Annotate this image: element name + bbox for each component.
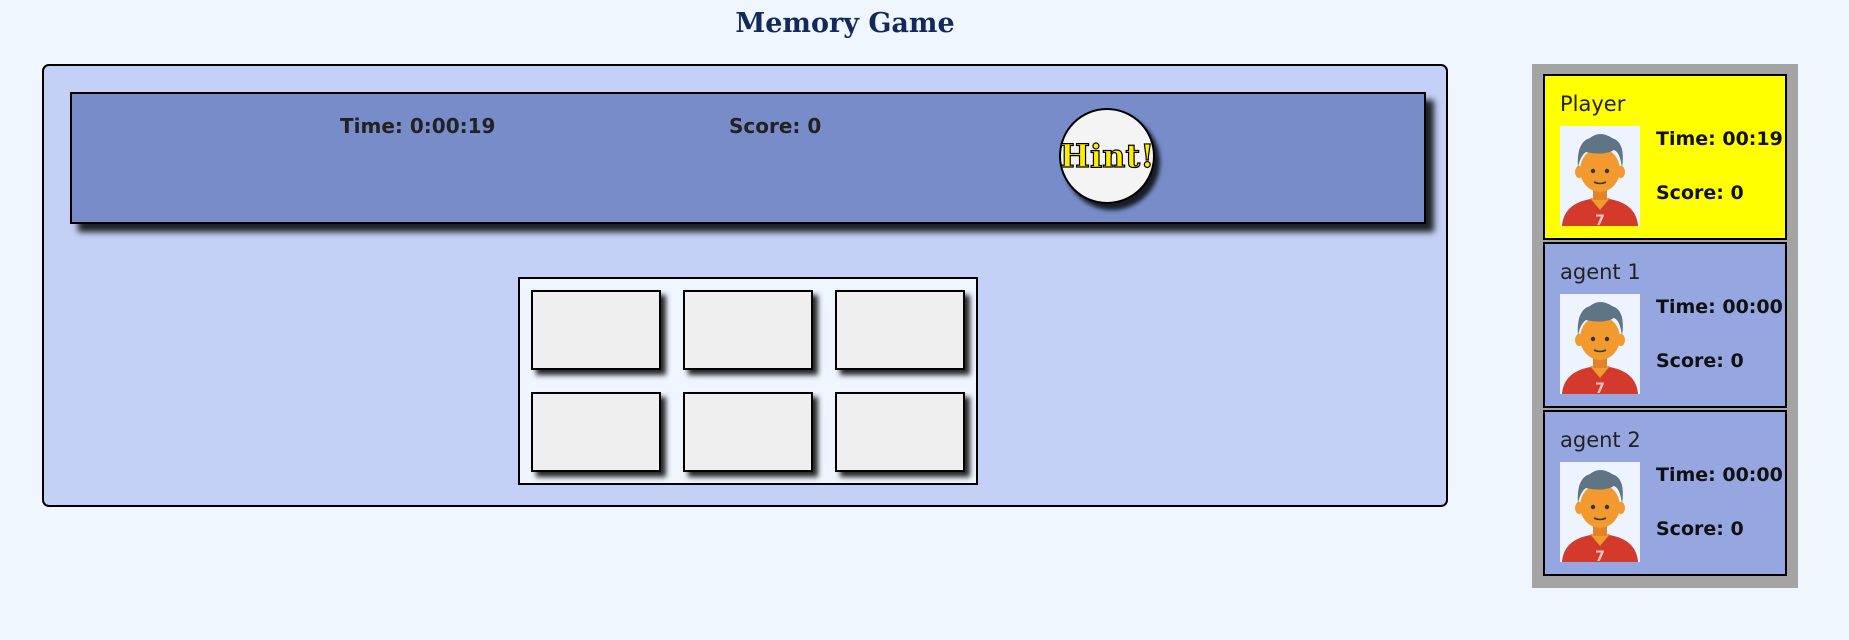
player-card-player: Player 7 Time: 00:19 Score: 0 [1543, 74, 1787, 240]
hint-button[interactable]: Hint! [1059, 108, 1155, 204]
memory-card[interactable] [531, 290, 661, 370]
person-avatar-icon: 7 [1560, 294, 1640, 397]
svg-text:7: 7 [1595, 549, 1605, 562]
game-board: Time: 0:00:19 Score: 0 Hint! [42, 64, 1448, 507]
memory-card[interactable] [683, 392, 813, 472]
player-name: agent 2 [1560, 428, 1641, 452]
player-time: Time: 00:19 [1656, 128, 1783, 150]
person-avatar-icon: 7 [1560, 126, 1640, 229]
memory-card[interactable] [835, 392, 965, 472]
memory-card[interactable] [683, 290, 813, 370]
person-avatar-icon: 7 [1560, 462, 1640, 565]
player-time: Time: 00:00 [1656, 464, 1783, 486]
page-title: Memory Game [735, 8, 955, 39]
player-score: Score: 0 [1656, 350, 1744, 372]
player-score: Score: 0 [1656, 518, 1744, 540]
svg-text:7: 7 [1595, 213, 1605, 226]
score-readout: Score: 0 [729, 114, 822, 138]
players-panel: Player 7 Time: 00:19 Score: 0 agent 1 7 … [1532, 64, 1798, 588]
memory-card[interactable] [835, 290, 965, 370]
player-name: Player [1560, 92, 1626, 116]
time-readout: Time: 0:00:19 [340, 114, 496, 138]
player-time: Time: 00:00 [1656, 296, 1783, 318]
status-bar: Time: 0:00:19 Score: 0 Hint! [70, 92, 1426, 224]
player-card-agent-2: agent 2 7 Time: 00:00 Score: 0 [1543, 410, 1787, 576]
player-score: Score: 0 [1656, 182, 1744, 204]
svg-text:7: 7 [1595, 381, 1605, 394]
memory-card[interactable] [531, 392, 661, 472]
player-name: agent 1 [1560, 260, 1641, 284]
player-card-agent-1: agent 1 7 Time: 00:00 Score: 0 [1543, 242, 1787, 408]
card-grid [518, 277, 978, 485]
